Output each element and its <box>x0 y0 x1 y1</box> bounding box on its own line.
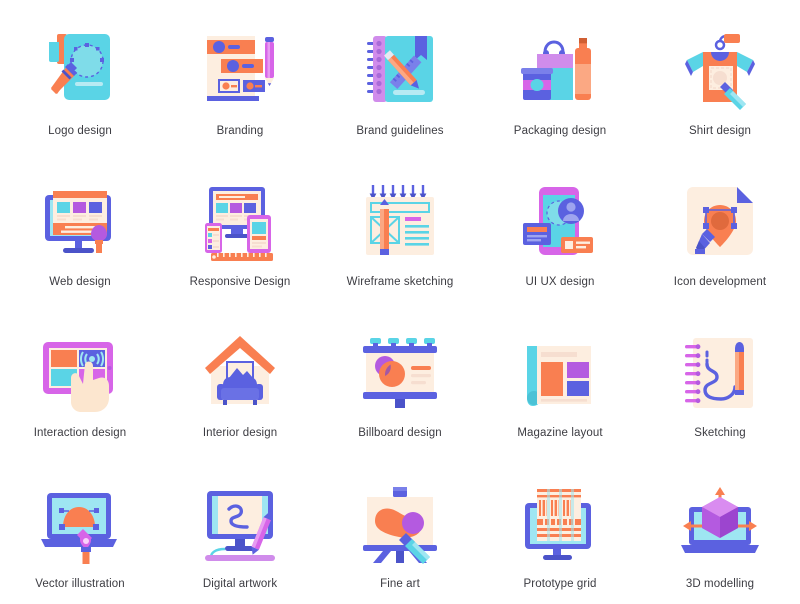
prototype-grid-icon <box>512 479 608 569</box>
3d-modelling-icon <box>672 479 768 569</box>
digital-artwork-icon <box>192 479 288 569</box>
icon-cell-interaction-design[interactable]: Interaction design <box>0 302 160 453</box>
icon-label: Billboard design <box>358 427 442 439</box>
icon-label: Icon development <box>673 276 767 288</box>
icon-cell-wireframe-sketching[interactable]: Wireframe sketching <box>320 151 480 302</box>
interaction-design-icon <box>32 328 128 418</box>
icon-cell-brand-guidelines[interactable]: Brand guidelines <box>320 0 480 151</box>
icon-label: Interior design <box>202 427 278 439</box>
icon-cell-prototype-grid[interactable]: Prototype grid <box>480 453 640 604</box>
icon-cell-billboard-design[interactable]: Billboard design <box>320 302 480 453</box>
responsive-design-icon <box>192 177 288 267</box>
shirt-design-icon <box>672 26 768 116</box>
icon-label: Magazine layout <box>517 427 603 439</box>
wireframe-sketching-icon <box>352 177 448 267</box>
magazine-layout-icon <box>512 328 608 418</box>
icon-label: Logo design <box>48 125 112 137</box>
sketching-icon <box>672 328 768 418</box>
icon-label: Digital artwork <box>202 578 278 590</box>
icon-cell-logo-design[interactable]: Logo design <box>0 0 160 151</box>
icon-label: Branding <box>216 125 264 137</box>
fine-art-icon <box>352 479 448 569</box>
logo-design-icon <box>32 26 128 116</box>
icon-cell-web-design[interactable]: Web design <box>0 151 160 302</box>
icon-label: Shirt design <box>689 125 751 137</box>
icon-cell-3d-modelling[interactable]: 3D modelling <box>640 453 800 604</box>
icon-label: Packaging design <box>513 125 607 137</box>
icon-cell-ui-ux-design[interactable]: UI UX design <box>480 151 640 302</box>
icon-label: Brand guidelines <box>356 125 444 137</box>
icon-cell-fine-art[interactable]: Fine art <box>320 453 480 604</box>
icon-cell-interior-design[interactable]: Interior design <box>160 302 320 453</box>
icon-cell-branding[interactable]: Branding <box>160 0 320 151</box>
icon-cell-digital-artwork[interactable]: Digital artwork <box>160 453 320 604</box>
icon-cell-responsive-design[interactable]: Responsive Design <box>160 151 320 302</box>
icon-cell-magazine-layout[interactable]: Magazine layout <box>480 302 640 453</box>
icon-cell-packaging-design[interactable]: Packaging design <box>480 0 640 151</box>
billboard-design-icon <box>352 328 448 418</box>
icon-label: Web design <box>49 276 111 288</box>
icon-label: UI UX design <box>525 276 595 288</box>
icon-grid: Logo design Branding Brand guidelines Pa… <box>0 0 800 604</box>
vector-illustration-icon <box>32 479 128 569</box>
branding-icon <box>192 26 288 116</box>
icon-label: Responsive Design <box>189 276 291 288</box>
icon-label: Interaction design <box>33 427 127 439</box>
icon-label: Sketching <box>694 427 746 439</box>
icon-label: Prototype grid <box>523 578 597 590</box>
ui-ux-design-icon <box>512 177 608 267</box>
icon-cell-sketching[interactable]: Sketching <box>640 302 800 453</box>
icon-label: 3D modelling <box>685 578 755 590</box>
interior-design-icon <box>192 328 288 418</box>
icon-label: Fine art <box>380 578 420 590</box>
brand-guidelines-icon <box>352 26 448 116</box>
icon-cell-icon-development[interactable]: Icon development <box>640 151 800 302</box>
icon-label: Wireframe sketching <box>346 276 454 288</box>
icon-label: Vector illustration <box>35 578 125 590</box>
packaging-design-icon <box>512 26 608 116</box>
icon-cell-shirt-design[interactable]: Shirt design <box>640 0 800 151</box>
web-design-icon <box>32 177 128 267</box>
icon-development-icon <box>672 177 768 267</box>
icon-cell-vector-illustration[interactable]: Vector illustration <box>0 453 160 604</box>
